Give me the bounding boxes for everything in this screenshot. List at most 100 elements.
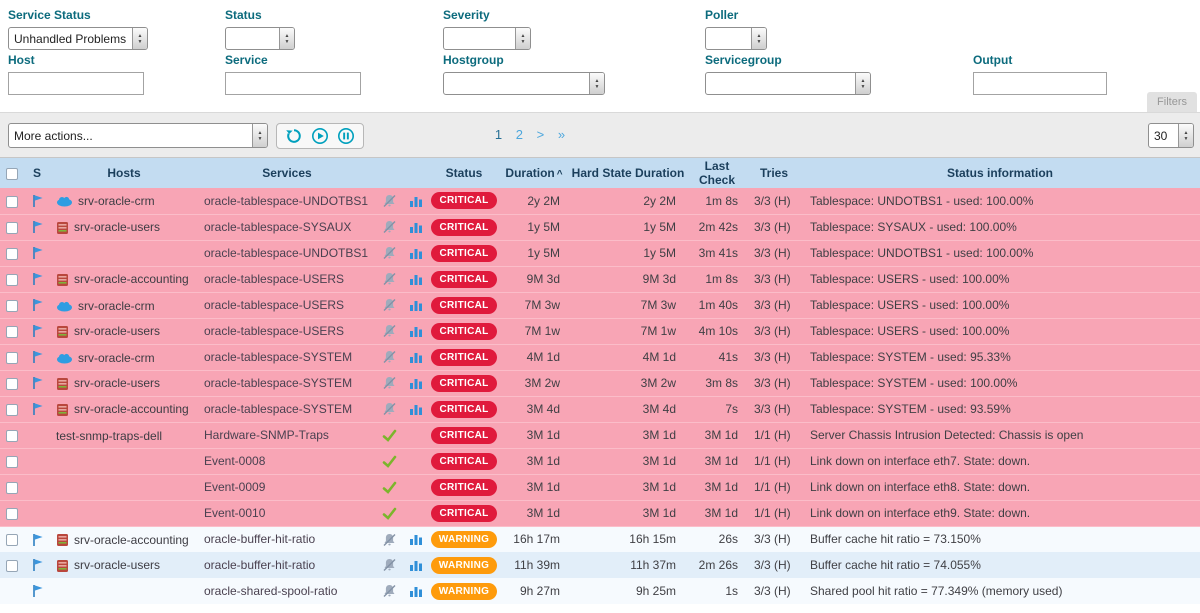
service-name[interactable]: Hardware-SNMP-Traps [204, 428, 329, 442]
output-input[interactable] [973, 72, 1107, 95]
graph-icon[interactable] [409, 350, 423, 364]
more-actions-select[interactable]: More actions... ▲▼ [8, 123, 268, 148]
host-name[interactable]: srv-oracle-crm [78, 350, 155, 364]
status-label: Status [225, 8, 295, 22]
poller-label: Poller [705, 8, 767, 22]
row-checkbox[interactable] [6, 196, 18, 208]
host-name[interactable]: srv-oracle-users [74, 220, 160, 234]
hostgroup-select[interactable]: ▲▼ [443, 72, 605, 95]
graph-icon[interactable] [409, 376, 423, 390]
poller-select[interactable]: ▲▼ [705, 27, 767, 50]
host-name[interactable]: srv-oracle-accounting [74, 402, 189, 416]
col-tries[interactable]: Tries [748, 158, 800, 188]
host-name[interactable]: srv-oracle-users [74, 324, 160, 338]
duration-cell: 16h 17m [498, 526, 570, 552]
host-input[interactable] [8, 72, 144, 95]
host-name[interactable]: srv-oracle-accounting [74, 272, 189, 286]
duration-cell: 1y 5M [498, 240, 570, 266]
row-checkbox[interactable] [6, 508, 18, 520]
graph-icon[interactable] [409, 558, 423, 572]
row-checkbox[interactable] [6, 430, 18, 442]
graph-icon[interactable] [409, 246, 423, 260]
page-size-select[interactable]: 30 ▲▼ [1148, 123, 1194, 148]
select-all-checkbox[interactable] [6, 168, 18, 180]
graph-icon[interactable] [409, 220, 423, 234]
service-name[interactable]: oracle-buffer-hit-ratio [204, 558, 315, 572]
row-checkbox[interactable] [6, 560, 18, 572]
host-name[interactable]: test-snmp-traps-dell [56, 428, 162, 442]
row-checkbox[interactable] [6, 482, 18, 494]
row-checkbox[interactable] [6, 248, 18, 260]
service-name[interactable]: Event-0010 [204, 506, 265, 520]
cloud-host-icon [56, 350, 73, 364]
col-status-information[interactable]: Status information [800, 158, 1200, 188]
play-button[interactable] [311, 127, 329, 145]
row-checkbox[interactable] [6, 300, 18, 312]
col-s[interactable]: S [24, 158, 50, 188]
service-name[interactable]: oracle-tablespace-SYSTEM [204, 402, 352, 416]
graph-icon[interactable] [409, 194, 423, 208]
service-status-select[interactable]: Unhandled Problems ▲▼ [8, 27, 148, 50]
status-select[interactable]: ▲▼ [225, 27, 295, 50]
service-name[interactable]: Event-0009 [204, 480, 265, 494]
graph-icon[interactable] [409, 298, 423, 312]
service-name[interactable]: oracle-buffer-hit-ratio [204, 532, 315, 546]
col-hosts[interactable]: Hosts [50, 158, 198, 188]
row-checkbox[interactable] [6, 534, 18, 546]
service-name[interactable]: oracle-tablespace-SYSTEM [204, 376, 352, 390]
status-badge: CRITICAL [431, 219, 496, 236]
graph-icon[interactable] [409, 324, 423, 338]
graph-icon[interactable] [409, 272, 423, 286]
hard-state-duration-cell: 3M 1d [570, 474, 686, 500]
last-check-cell: 26s [686, 526, 748, 552]
host-name[interactable]: srv-oracle-crm [78, 298, 155, 312]
host-name[interactable]: srv-oracle-crm [78, 194, 155, 208]
service-name[interactable]: oracle-shared-spool-ratio [204, 584, 337, 598]
db-host-icon [56, 324, 69, 339]
host-name[interactable]: srv-oracle-accounting [74, 532, 189, 546]
row-checkbox[interactable] [6, 456, 18, 468]
row-checkbox[interactable] [6, 222, 18, 234]
last-check-cell: 3M 1d [686, 448, 748, 474]
page-1-link[interactable]: 1 [495, 127, 502, 142]
service-name[interactable]: Event-0008 [204, 454, 265, 468]
graph-icon[interactable] [409, 402, 423, 416]
servicegroup-select[interactable]: ▲▼ [705, 72, 871, 95]
col-status[interactable]: Status [430, 158, 498, 188]
pause-button[interactable] [337, 127, 355, 145]
service-name[interactable]: oracle-tablespace-USERS [204, 324, 344, 338]
severity-select[interactable]: ▲▼ [443, 27, 531, 50]
row-checkbox[interactable] [6, 274, 18, 286]
service-name[interactable]: oracle-tablespace-USERS [204, 272, 344, 286]
next-page-link[interactable]: > [537, 127, 545, 142]
graph-icon[interactable] [409, 584, 423, 598]
col-services[interactable]: Services [198, 158, 376, 188]
service-name[interactable]: oracle-tablespace-SYSAUX [204, 220, 351, 234]
service-name[interactable]: oracle-tablespace-SYSTEM [204, 350, 352, 364]
last-check-cell: 3M 1d [686, 500, 748, 526]
filters-button[interactable]: Filters [1147, 92, 1197, 112]
service-name[interactable]: oracle-tablespace-UNDOTBS1 [204, 194, 368, 208]
row-checkbox[interactable] [6, 404, 18, 416]
last-page-link[interactable]: » [558, 127, 565, 142]
graph-icon[interactable] [409, 532, 423, 546]
tries-cell: 1/1 (H) [748, 474, 800, 500]
duration-cell: 3M 4d [498, 396, 570, 422]
page-2-link[interactable]: 2 [516, 127, 523, 142]
host-name[interactable]: srv-oracle-users [74, 376, 160, 390]
db-host-icon [56, 558, 69, 573]
hard-state-duration-cell: 2y 2M [570, 188, 686, 214]
service-name[interactable]: oracle-tablespace-USERS [204, 298, 344, 312]
col-duration[interactable]: Duration^ [498, 158, 570, 188]
row-checkbox[interactable] [6, 378, 18, 390]
col-hard-state-duration[interactable]: Hard State Duration [570, 158, 686, 188]
refresh-button[interactable] [285, 127, 303, 145]
hard-state-duration-cell: 3M 2w [570, 370, 686, 396]
service-input[interactable] [225, 72, 361, 95]
row-checkbox[interactable] [6, 352, 18, 364]
service-name[interactable]: oracle-tablespace-UNDOTBS1 [204, 246, 368, 260]
col-last-check[interactable]: Last Check [686, 158, 748, 188]
host-name[interactable]: srv-oracle-users [74, 558, 160, 572]
row-checkbox[interactable] [6, 326, 18, 338]
status-badge: CRITICAL [431, 297, 496, 314]
